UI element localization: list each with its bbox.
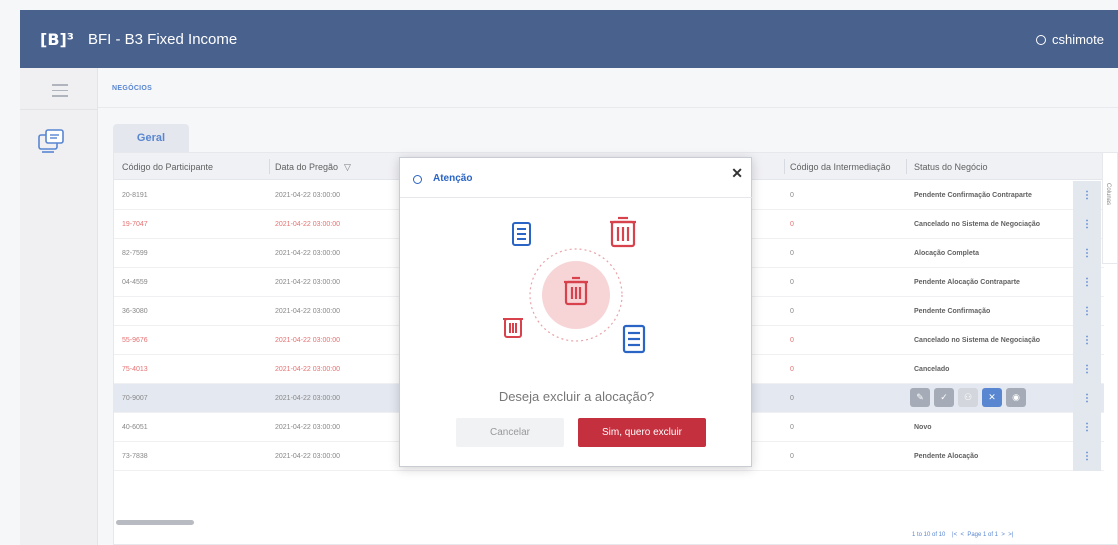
confirm-dialog: Atenção ✕ Deseja excluir a alocação? Can… [399, 157, 753, 467]
document-icon-bottom [622, 324, 646, 354]
document-icon-top [512, 222, 531, 246]
close-icon[interactable]: ✕ [731, 165, 743, 182]
cancel-button[interactable]: Cancelar [456, 418, 564, 447]
delete-illustration [503, 216, 646, 354]
dialog-title: Atenção [433, 173, 473, 184]
info-icon [413, 175, 422, 184]
dialog-header: Atenção ✕ [400, 158, 753, 198]
trash-icon-small [503, 318, 523, 338]
trash-icon-top [610, 216, 636, 248]
confirm-delete-button[interactable]: Sim, quero excluir [578, 418, 706, 447]
dialog-question: Deseja excluir a alocação? [498, 389, 655, 404]
